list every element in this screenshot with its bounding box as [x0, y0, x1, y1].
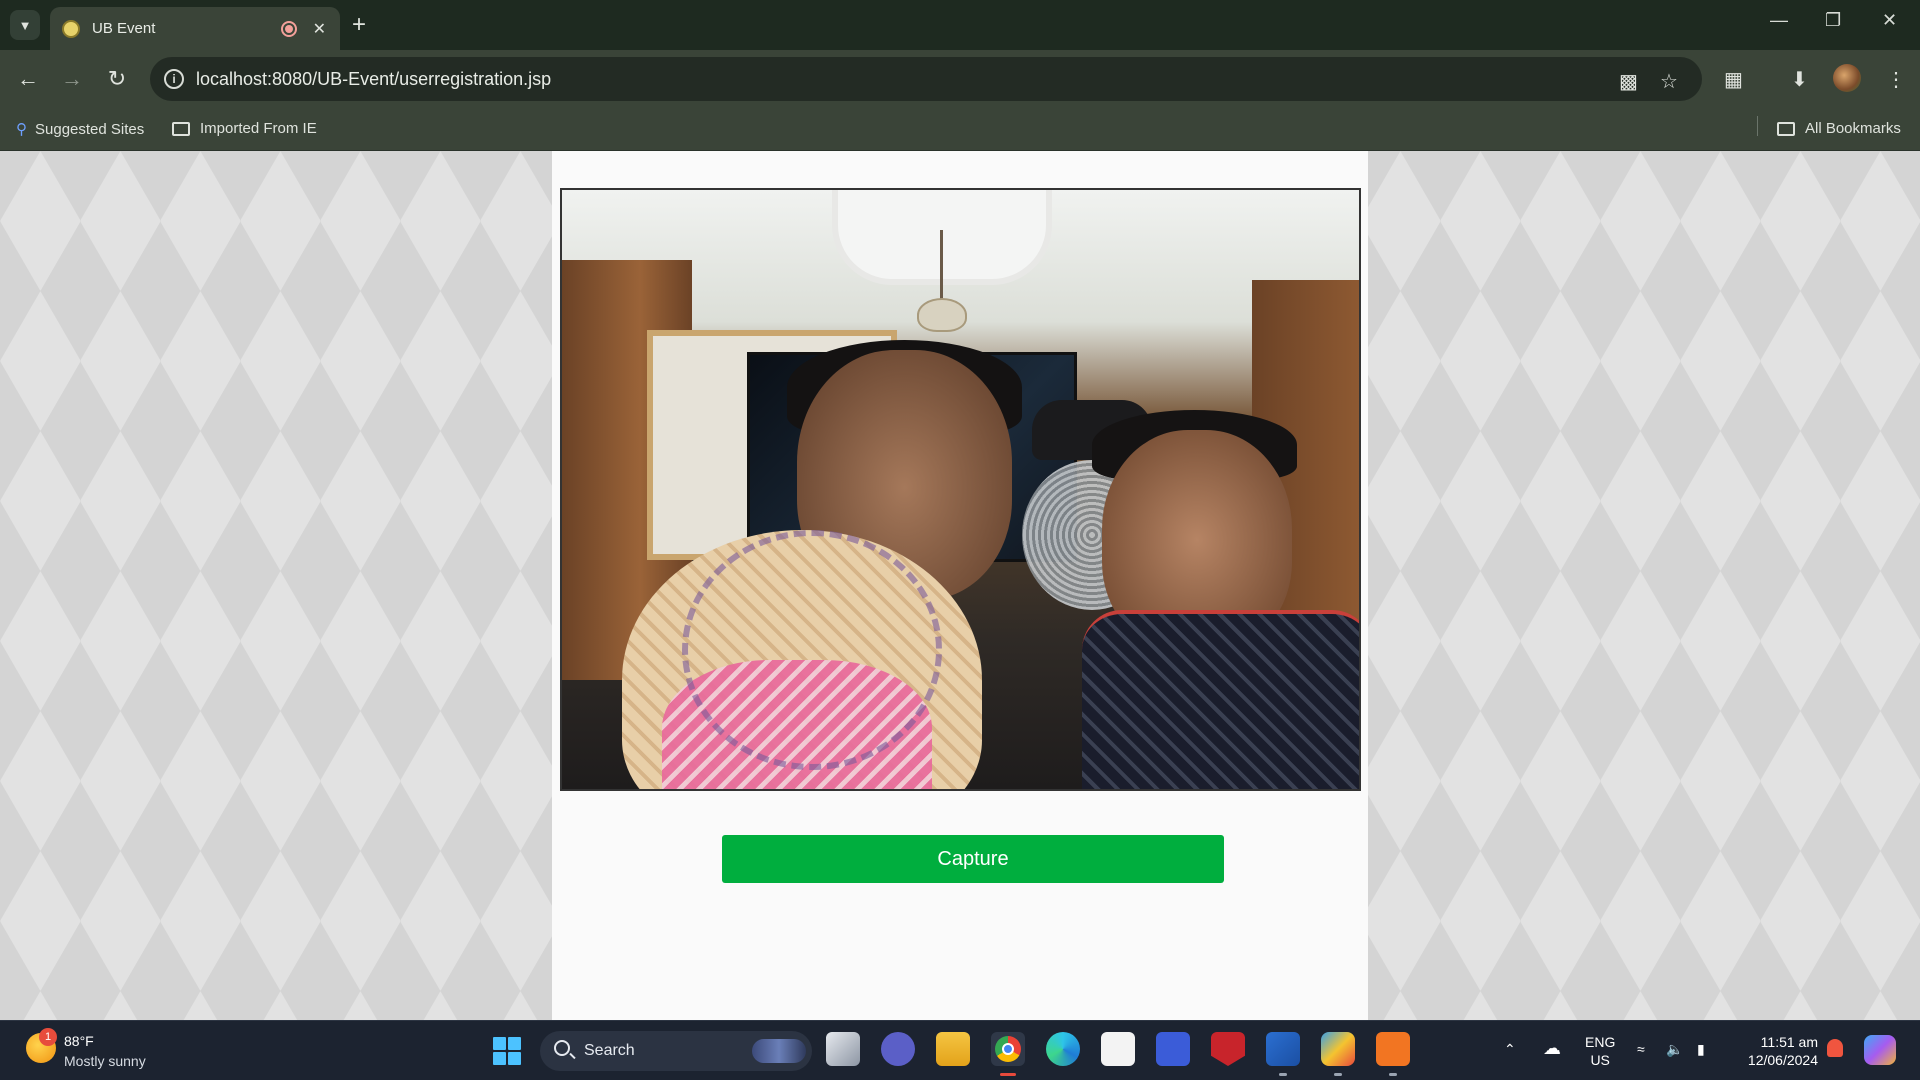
word-icon[interactable] [1266, 1032, 1300, 1066]
search-highlight-image [752, 1039, 806, 1063]
app-cube-icon[interactable] [1321, 1032, 1355, 1066]
close-icon[interactable]: ✕ [313, 19, 326, 39]
tab-ub-event[interactable]: UB Event ✕ [50, 7, 340, 50]
capture-button[interactable]: Capture [722, 835, 1224, 883]
search-icon: ⚲ [16, 121, 27, 138]
chrome-icon[interactable] [991, 1032, 1025, 1066]
new-tab-plus-icon[interactable]: + [352, 11, 366, 39]
site-favicon-icon [62, 19, 80, 38]
url-text[interactable]: localhost:8080/UB-Event/userregistration… [196, 69, 551, 90]
bookmarks-divider [1757, 116, 1758, 136]
tab-title: UB Event [92, 20, 156, 37]
recording-indicator-icon [280, 20, 297, 37]
language-indicator[interactable]: ENG US [1585, 1033, 1615, 1069]
browser-toolbar: ← → ↻ i localhost:8080/UB-Event/userregi… [0, 50, 1920, 108]
page-viewport: Capture [0, 151, 1920, 1020]
xampp-icon[interactable] [1376, 1032, 1410, 1066]
clock-date: 12/06/2024 [1747, 1052, 1818, 1068]
weather-temperature: 88°F [64, 1033, 94, 1049]
region-code: US [1590, 1052, 1610, 1068]
bookmark-all-bookmarks[interactable]: All Bookmarks [1777, 120, 1901, 137]
xampp-running-indicator [1389, 1073, 1397, 1076]
folder-icon [1777, 121, 1795, 136]
woven-hat-pattern [682, 530, 942, 770]
bookmark-imported-from-ie[interactable]: Imported From IE [172, 120, 317, 137]
restore-icon[interactable]: ❐ [1825, 10, 1841, 31]
tab-strip: ▼ UB Event ✕ + — ❐ ✕ [0, 0, 1920, 50]
app-running-indicator [1334, 1073, 1342, 1076]
bookmark-label: Suggested Sites [35, 120, 145, 138]
volume-icon[interactable]: 🔈 [1666, 1041, 1683, 1058]
tab-search-button[interactable]: ▼ [10, 10, 40, 40]
windows-taskbar: 1 88°F Mostly sunny Search ⌃ ☁ ENG US ≈ … [0, 1020, 1920, 1080]
language-code: ENG [1585, 1034, 1616, 1050]
window-close-icon[interactable]: ✕ [1882, 10, 1897, 31]
weather-description: Mostly sunny [64, 1053, 146, 1069]
folder-icon [172, 121, 190, 136]
forward-arrow-icon[interactable]: → [58, 66, 86, 92]
microsoft-store-icon[interactable] [1101, 1032, 1135, 1066]
bookmarks-bar: ⚲ Suggested Sites Imported From IE All B… [0, 108, 1920, 151]
onedrive-cloud-icon[interactable]: ☁ [1543, 1038, 1561, 1059]
chandelier [912, 230, 972, 340]
search-icon [554, 1040, 570, 1056]
taskbar-search[interactable]: Search [540, 1031, 812, 1071]
ide-app-icon[interactable] [1156, 1032, 1190, 1066]
site-info-icon[interactable]: i [164, 69, 184, 89]
copilot-icon[interactable] [1864, 1035, 1896, 1065]
puzzle-icon[interactable]: ▦ [1724, 67, 1743, 92]
edge-icon[interactable] [1046, 1032, 1080, 1066]
chrome-active-indicator [1000, 1073, 1016, 1076]
task-view-icon[interactable] [826, 1032, 860, 1066]
bookmark-label: Imported From IE [200, 120, 317, 137]
download-icon[interactable]: ⬇ [1791, 67, 1808, 92]
profile-avatar[interactable] [1833, 64, 1861, 92]
bookmark-suggested-sites[interactable]: ⚲ Suggested Sites [16, 120, 145, 139]
star-icon[interactable]: ☆ [1660, 69, 1678, 94]
back-arrow-icon[interactable]: ← [14, 66, 42, 92]
weather-badge: 1 [39, 1028, 57, 1046]
file-explorer-icon[interactable] [936, 1032, 970, 1066]
system-clock[interactable]: 11:51 am 12/06/2024 [1738, 1033, 1818, 1069]
battery-icon[interactable]: ▮ [1697, 1041, 1705, 1058]
video-camera-icon[interactable]: ▩ [1619, 69, 1638, 94]
chevron-up-icon[interactable]: ⌃ [1504, 1041, 1516, 1058]
minimize-icon[interactable]: — [1770, 10, 1788, 31]
mcafee-icon[interactable] [1211, 1032, 1245, 1066]
address-bar[interactable]: i localhost:8080/UB-Event/userregistrati… [150, 57, 1702, 101]
bookmark-label: All Bookmarks [1805, 120, 1901, 137]
webcam-preview [560, 188, 1361, 791]
word-running-indicator [1279, 1073, 1287, 1076]
chevron-down-icon: ▼ [18, 17, 32, 33]
search-label: Search [584, 1042, 635, 1059]
reload-icon[interactable]: ↻ [103, 66, 131, 92]
kebab-menu-icon[interactable]: ⋮ [1886, 67, 1906, 92]
windows-start-icon[interactable] [493, 1037, 521, 1065]
person-right-jersey [1082, 610, 1359, 789]
meet-chat-icon[interactable] [881, 1032, 915, 1066]
notification-bell-icon[interactable] [1827, 1039, 1843, 1057]
clock-time: 11:51 am [1760, 1034, 1818, 1050]
wifi-icon[interactable]: ≈ [1637, 1041, 1645, 1057]
